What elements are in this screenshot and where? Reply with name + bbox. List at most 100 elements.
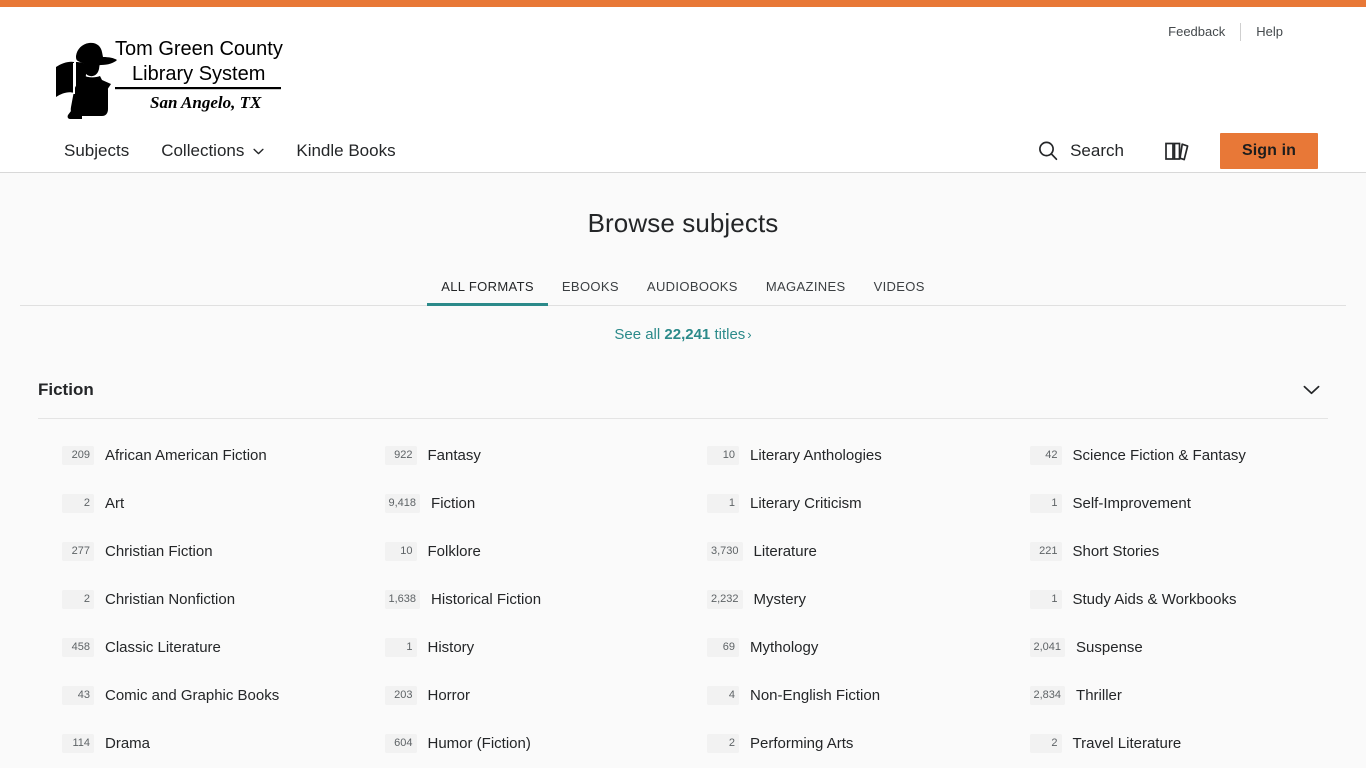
- subject-link[interactable]: 2,232 Mystery: [683, 575, 1006, 623]
- subject-link[interactable]: 1,638 Historical Fiction: [361, 575, 684, 623]
- subject-link[interactable]: 4 Non-English Fiction: [683, 671, 1006, 719]
- subject-count-badge: 1: [384, 637, 417, 657]
- subject-count-badge: 114: [62, 733, 94, 753]
- subject-count-badge: 2: [62, 589, 94, 609]
- chevron-down-icon[interactable]: [1303, 385, 1320, 395]
- see-all-carat-icon: ›: [747, 327, 752, 342]
- primary-nav: Subjects Collections Kindle Books Search: [0, 129, 1366, 173]
- subject-link[interactable]: 10 Literary Anthologies: [683, 431, 1006, 479]
- subject-name-label: Drama: [105, 734, 151, 752]
- tab-magazines[interactable]: MAGAZINES: [752, 275, 860, 306]
- tab-audiobooks[interactable]: AUDIOBOOKS: [633, 275, 752, 306]
- subject-column: 42 Science Fiction & Fantasy 1 Self-Improve…: [1006, 431, 1329, 768]
- search-icon: [1039, 141, 1058, 161]
- see-all-suffix: titles: [710, 326, 746, 343]
- see-all-count: 22,241: [664, 326, 711, 343]
- subject-link[interactable]: 69 Mythology: [683, 623, 1006, 671]
- subject-link[interactable]: 2,041 Suspense: [1006, 623, 1329, 671]
- subject-section-fiction: Fiction 209 African American Fiction 2 Art 2…: [38, 380, 1328, 768]
- subject-link[interactable]: 1 Study Aids & Workbooks: [1006, 575, 1329, 623]
- subject-link[interactable]: 1 Literary Criticism: [683, 479, 1006, 527]
- main-content: Browse subjects ALL FORMATS EBOOKS AUDIOBO…: [0, 173, 1366, 768]
- subject-link[interactable]: 1 Self-Improvement: [1006, 479, 1329, 527]
- subject-count-badge: 2: [1029, 733, 1062, 753]
- subject-count-badge: 2,834: [1029, 685, 1066, 705]
- subject-column: 10 Literary Anthologies 1 Literary Criticis…: [683, 431, 1006, 768]
- subject-name-label: Science Fiction & Fantasy: [1072, 446, 1246, 464]
- subject-link[interactable]: 209 African American Fiction: [38, 431, 361, 479]
- bookshelf-icon: [1165, 142, 1189, 161]
- subject-link[interactable]: 2,834 Thriller: [1006, 671, 1329, 719]
- site-logo[interactable]: Tom Green County Library System San Ange…: [48, 32, 288, 120]
- subject-link[interactable]: 2 Travel Literature: [1006, 719, 1329, 767]
- see-all-prefix: See all: [614, 326, 665, 343]
- nav-item-collections-label: Collections: [161, 141, 245, 160]
- primary-nav-right: Search Sign in: [1027, 133, 1318, 169]
- subject-link[interactable]: 2 Christian Nonfiction: [38, 575, 361, 623]
- see-all-titles-link[interactable]: See all 22,241 titles ›: [614, 326, 751, 343]
- subject-link[interactable]: 221 Short Stories: [1006, 527, 1329, 575]
- subject-link[interactable]: 2 Performing Arts: [683, 719, 1006, 767]
- subject-count-badge: 209: [62, 445, 94, 465]
- subject-count-badge: 1: [1029, 589, 1062, 609]
- nav-item-subjects[interactable]: Subjects: [48, 135, 145, 167]
- subject-count-badge: 69: [707, 637, 739, 657]
- site-header: Feedback Help Tom Green County Library S…: [0, 7, 1366, 173]
- feedback-link[interactable]: Feedback: [1153, 23, 1240, 41]
- subject-link[interactable]: 114 Drama: [38, 719, 361, 767]
- subject-link[interactable]: 1 History: [361, 623, 684, 671]
- subject-count-badge: 604: [384, 733, 417, 753]
- svg-text:San Angelo, TX: San Angelo, TX: [150, 93, 262, 112]
- my-shelf-button[interactable]: [1148, 134, 1206, 168]
- subject-link[interactable]: 604 Humor (Fiction): [361, 719, 684, 767]
- tab-all-formats[interactable]: ALL FORMATS: [427, 275, 548, 306]
- subject-column: 922 Fantasy 9,418 Fiction 10 Folklore 1,638 His…: [361, 431, 684, 768]
- subject-link[interactable]: 10 Folklore: [361, 527, 684, 575]
- subject-count-badge: 10: [707, 445, 739, 465]
- chevron-down-icon: [253, 148, 264, 154]
- subject-name-label: Art: [105, 494, 125, 512]
- nav-item-collections[interactable]: Collections: [145, 135, 280, 167]
- subject-name-label: Literary Criticism: [750, 494, 862, 512]
- subject-count-badge: 2: [62, 493, 94, 513]
- subject-count-badge: 458: [62, 637, 94, 657]
- subject-name-label: Christian Fiction: [105, 542, 213, 560]
- subject-name-label: Non-English Fiction: [750, 686, 881, 704]
- subject-name-label: Horror: [427, 686, 471, 704]
- subject-grid: 209 African American Fiction 2 Art 277 Christ…: [38, 431, 1328, 768]
- tab-ebooks[interactable]: EBOOKS: [548, 275, 633, 306]
- nav-item-kindle-books-label: Kindle Books: [296, 141, 396, 160]
- subject-name-label: Suspense: [1076, 638, 1143, 656]
- subject-name-label: Christian Nonfiction: [105, 590, 236, 608]
- search-button[interactable]: Search: [1027, 134, 1134, 168]
- subject-link[interactable]: 203 Horror: [361, 671, 684, 719]
- subject-name-label: Literary Anthologies: [750, 446, 882, 464]
- nav-item-kindle-books[interactable]: Kindle Books: [280, 135, 411, 167]
- library-logo-icon: Tom Green County Library System San Ange…: [56, 38, 283, 119]
- subject-name-label: Comic and Graphic Books: [105, 686, 280, 704]
- subject-count-badge: 3,730: [707, 541, 743, 561]
- subject-link[interactable]: 2 Art: [38, 479, 361, 527]
- subject-name-label: Fiction: [431, 494, 476, 512]
- tab-videos[interactable]: VIDEOS: [860, 275, 939, 306]
- section-header-toggle[interactable]: Fiction: [38, 380, 1328, 418]
- subject-count-badge: 2,041: [1029, 637, 1066, 657]
- subject-name-label: Folklore: [427, 542, 481, 560]
- subject-link[interactable]: 3,730 Literature: [683, 527, 1006, 575]
- help-link[interactable]: Help: [1241, 23, 1298, 41]
- subject-count-badge: 9,418: [384, 493, 421, 513]
- format-tabs: ALL FORMATS EBOOKS AUDIOBOOKS MAGAZINES VIDE…: [20, 275, 1346, 306]
- subject-link[interactable]: 42 Science Fiction & Fantasy: [1006, 431, 1329, 479]
- subject-link[interactable]: 43 Comic and Graphic Books: [38, 671, 361, 719]
- subject-link[interactable]: 922 Fantasy: [361, 431, 684, 479]
- accent-top-bar: [0, 0, 1366, 7]
- subject-count-badge: 277: [62, 541, 94, 561]
- subject-link[interactable]: 277 Christian Fiction: [38, 527, 361, 575]
- subject-link[interactable]: 458 Classic Literature: [38, 623, 361, 671]
- sign-in-button[interactable]: Sign in: [1219, 133, 1318, 169]
- subject-name-label: Fantasy: [427, 446, 481, 464]
- subject-link[interactable]: 9,418 Fiction: [361, 479, 684, 527]
- see-all-wrap: See all 22,241 titles ›: [0, 326, 1366, 344]
- utility-links: Feedback Help: [1153, 23, 1298, 41]
- search-label: Search: [1070, 141, 1124, 160]
